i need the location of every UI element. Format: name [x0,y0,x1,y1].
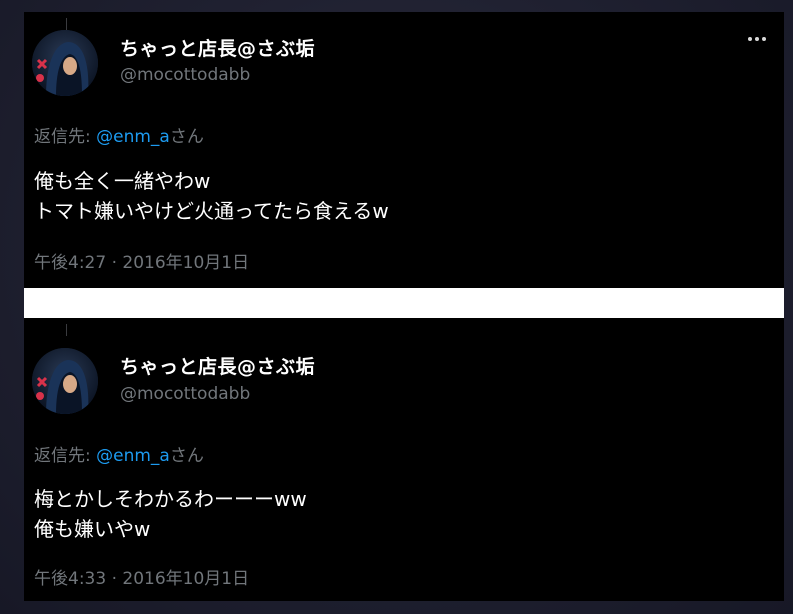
thread-connector-line [66,18,67,30]
tweet-text: 俺も全く一緒やわw トマト嫌いやけど火通ってたら食えるw [34,166,389,226]
tweet-text-line: 俺も全く一緒やわw [34,169,211,193]
reply-mention-link[interactable]: @enm_a [96,127,170,147]
thread-connector-line [66,324,67,336]
tweet-card-2[interactable]: ちゃっと店長@さぶ垢 @mocottodabb 返信先: @enm_aさん 梅と… [24,318,784,601]
reply-suffix: さん [169,127,204,147]
tweet-timestamp[interactable]: 午後4:33 · 2016年10月1日 [34,564,249,589]
avatar[interactable] [32,348,98,414]
user-handle[interactable]: @mocottodabb [120,384,250,404]
tweet-text-line: 俺も嫌いやw [34,517,151,541]
avatar[interactable] [32,30,98,96]
tweet-text-line: 梅とかしそわかるわーーーww [34,487,307,511]
reply-prefix: 返信先: [34,127,97,147]
user-handle[interactable]: @mocottodabb [120,65,250,85]
tweet-card-1[interactable]: ちゃっと店長@さぶ垢 @mocottodabb 返信先: @enm_aさん 俺も… [24,12,784,288]
display-name[interactable]: ちゃっと店長@さぶ垢 [120,34,315,61]
tweet-text: 梅とかしそわかるわーーーww 俺も嫌いやw [34,484,307,544]
more-dots-icon[interactable] [746,32,768,46]
display-name[interactable]: ちゃっと店長@さぶ垢 [120,352,315,379]
reply-suffix: さん [169,446,204,466]
avatar-image [32,348,98,414]
tweet-timestamp[interactable]: 午後4:27 · 2016年10月1日 [34,248,249,273]
reply-prefix: 返信先: [34,446,97,466]
tweet-text-line: トマト嫌いやけど火通ってたら食えるw [34,199,389,223]
reply-to-line: 返信先: @enm_aさん [34,441,204,466]
reply-to-line: 返信先: @enm_aさん [34,122,204,147]
reply-mention-link[interactable]: @enm_a [96,446,170,466]
avatar-image [32,30,98,96]
separator-band [24,288,784,318]
